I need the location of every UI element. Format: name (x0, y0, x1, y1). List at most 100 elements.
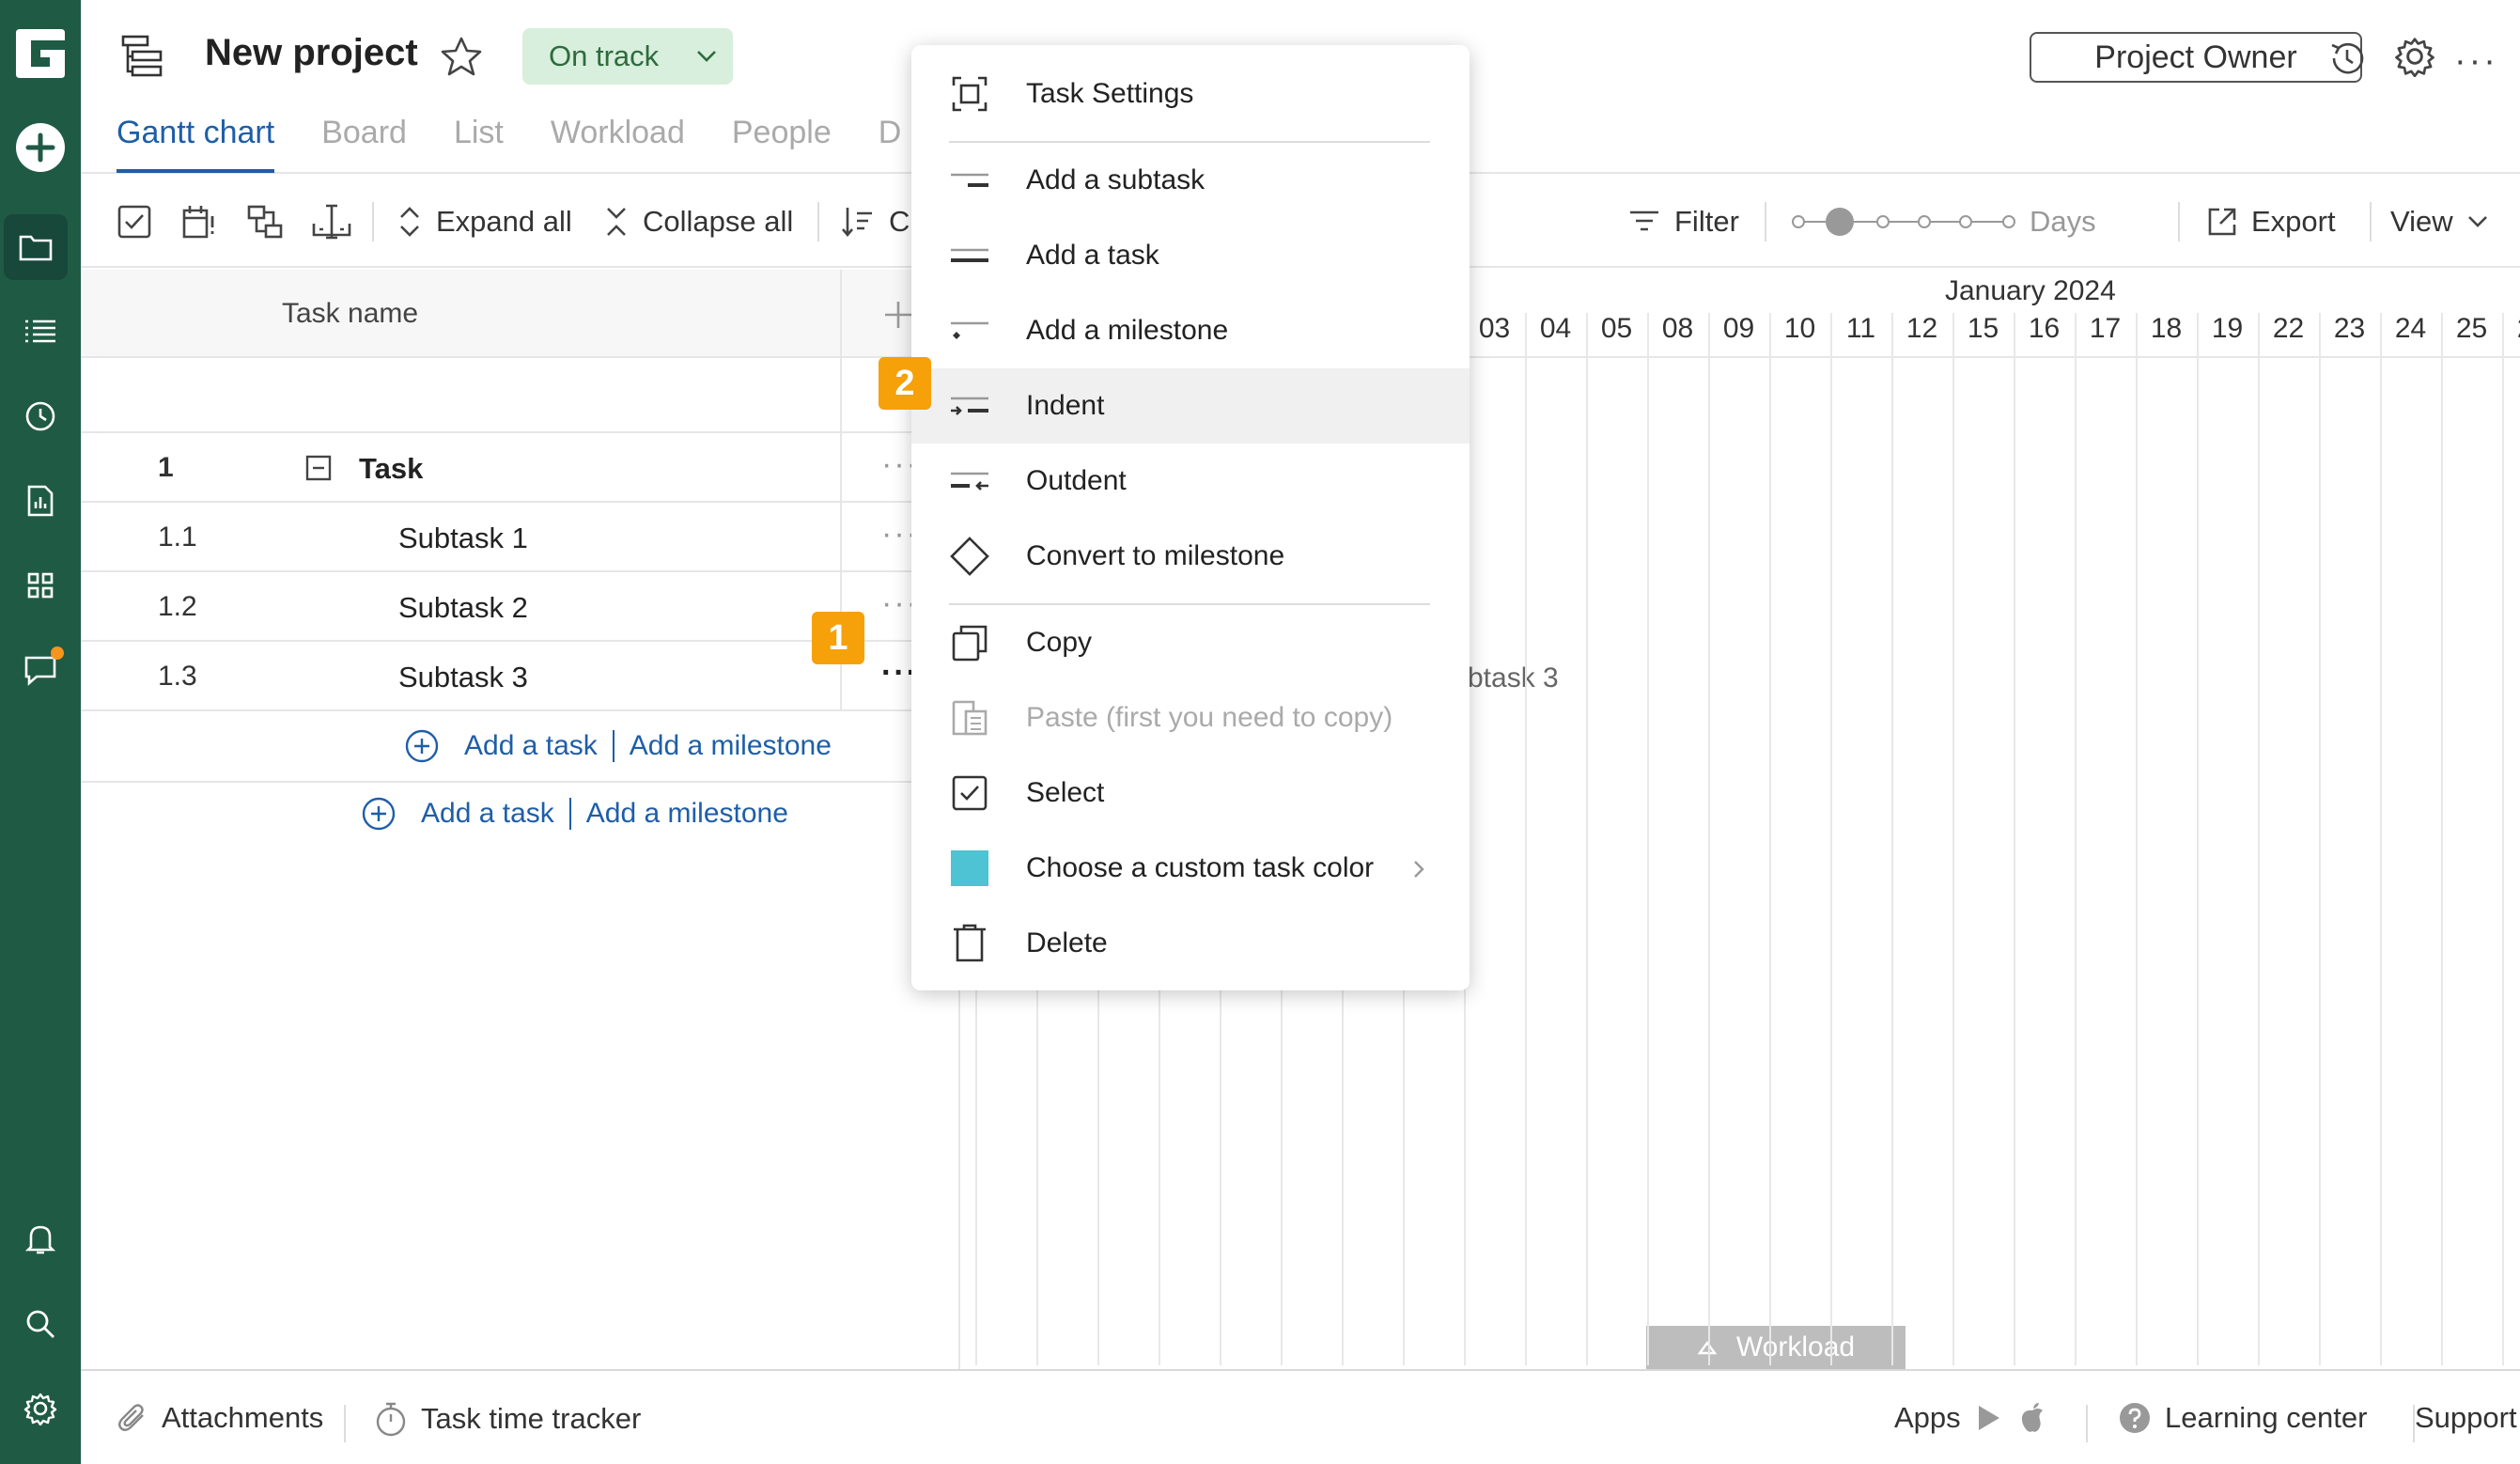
status-dropdown[interactable]: On track (522, 28, 733, 85)
sidebar-item-projects[interactable] (4, 214, 68, 280)
support-button[interactable]: Support (2415, 1401, 2517, 1435)
export-button[interactable]: Export (2206, 176, 2336, 268)
menu-item-add-subtask[interactable]: Add a subtask (911, 143, 1470, 218)
task-name[interactable]: Task (359, 452, 423, 486)
step-badge-2: 2 (879, 357, 931, 410)
paperclip-icon (118, 1404, 144, 1431)
favorite-star-button[interactable] (440, 36, 483, 77)
task-name[interactable]: Subtask 1 (398, 522, 528, 555)
menu-item-convert-to-milestone[interactable]: Convert to milestone (911, 519, 1470, 594)
timeline-gridline (2136, 313, 2138, 1365)
zoom-slider[interactable]: Days (1791, 176, 2096, 268)
sidebar-item-search[interactable] (0, 1291, 81, 1357)
add-task-link[interactable]: Add a task (464, 730, 598, 762)
sidebar-item-chat[interactable] (0, 637, 81, 703)
menu-item-custom-color[interactable]: Choose a custom task color (911, 831, 1470, 906)
sidebar-item-settings[interactable] (0, 1376, 81, 1441)
chat-icon (24, 656, 56, 686)
grid-header: Task name (81, 270, 958, 358)
menu-item-task-settings[interactable]: Task Settings (911, 56, 1470, 132)
add-subtask-line: Add a task Add a milestone (404, 728, 832, 764)
tab-gantt-chart[interactable]: Gantt chart (117, 115, 275, 173)
timeline-gridline (2197, 313, 2199, 1365)
expand-all-button[interactable]: Expand all (397, 176, 572, 268)
tab-workload[interactable]: Workload (551, 115, 685, 173)
timeline-day-label: 03 (1478, 313, 1511, 344)
timeline-month: January 2024 (1945, 275, 2116, 306)
google-play-icon[interactable] (1974, 1403, 2004, 1433)
collapse-icon (607, 208, 626, 236)
tab-partial[interactable]: D (879, 115, 902, 173)
sort-button[interactable]: C (840, 176, 910, 268)
add-column-icon[interactable] (881, 298, 915, 332)
timeline-gridline (2014, 313, 2015, 1365)
sidebar-item-notifications[interactable] (0, 1207, 81, 1272)
add-milestone-link[interactable]: Add a milestone (630, 730, 832, 762)
menu-item-label: Delete (1026, 927, 1108, 958)
table-row[interactable]: 1.1 Subtask 1 ··· (81, 503, 958, 572)
footer-bar: Attachments Task time tracker Apps Learn… (81, 1369, 2520, 1464)
checkbox-icon (117, 205, 151, 239)
apple-icon[interactable] (2017, 1401, 2047, 1435)
sidebar-item-reports[interactable] (0, 468, 81, 534)
add-milestone-link[interactable]: Add a milestone (586, 798, 788, 830)
add-task-link[interactable]: Add a task (421, 798, 554, 830)
timeline-gridline (2441, 313, 2443, 1365)
deadline-button[interactable] (180, 176, 218, 268)
attachments-button[interactable]: Attachments (117, 1401, 323, 1435)
menu-item-add-task[interactable]: Add a task (911, 218, 1470, 293)
timeline-gridline (2502, 313, 2504, 1365)
timeline-gridline (1830, 313, 1832, 1365)
indent-icon (951, 397, 988, 415)
workload-panel-toggle[interactable]: Workload (1646, 1326, 1906, 1369)
critical-path-button[interactable] (246, 176, 284, 268)
task-grid: Task name 1 Task ··· 1.1 Subtask 1 ··· 1… (81, 270, 958, 1369)
sidebar-item-list[interactable] (0, 299, 81, 365)
project-settings-button[interactable] (2394, 36, 2435, 77)
learning-center-label: Learning center (2165, 1401, 2368, 1434)
time-tracker-button[interactable]: Task time tracker (374, 1401, 641, 1437)
menu-item-indent[interactable]: Indent (911, 368, 1470, 444)
add-subtask-row: Add a task Add a milestone (81, 711, 958, 783)
task-name[interactable]: Subtask 2 (398, 591, 528, 625)
baseline-icon (312, 204, 351, 240)
menu-item-copy[interactable]: Copy (911, 605, 1470, 680)
view-dropdown[interactable]: View (2390, 176, 2489, 268)
timeline-day-label: 04 (1539, 313, 1572, 344)
timeline-day-label: 25 (2455, 313, 2488, 344)
export-label: Export (2251, 205, 2336, 238)
history-button[interactable] (2326, 38, 2368, 79)
collapse-toggle-icon[interactable] (304, 454, 333, 482)
collapse-all-button[interactable]: Collapse all (603, 176, 793, 268)
time-tracker-label: Task time tracker (421, 1402, 642, 1435)
task-name[interactable]: Subtask 3 (398, 661, 528, 694)
table-row[interactable]: 1 Task ··· (81, 433, 958, 503)
chevron-down-icon (2467, 216, 2487, 227)
add-task-line: Add a task Add a milestone (361, 796, 788, 832)
grid-icon (27, 572, 54, 599)
add-task-icon (951, 248, 988, 262)
project-owner-button[interactable]: Project Owner (2030, 32, 2362, 83)
tab-people[interactable]: People (732, 115, 832, 173)
sidebar-item-time[interactable] (0, 383, 81, 449)
learning-center-button[interactable]: Learning center (2118, 1401, 2367, 1435)
zoom-scale-slider[interactable] (1791, 205, 2016, 239)
project-menu-button[interactable] (120, 34, 165, 79)
app-logo[interactable] (0, 21, 81, 86)
tab-board[interactable]: Board (321, 115, 407, 173)
row-number: 1.3 (158, 661, 197, 692)
menu-item-select[interactable]: Select (911, 755, 1470, 831)
sidebar-item-portfolio[interactable] (0, 553, 81, 618)
select-mode-button[interactable] (117, 176, 152, 268)
page-title: New project (205, 32, 418, 73)
baseline-button[interactable] (310, 176, 353, 268)
menu-item-delete[interactable]: Delete (911, 906, 1470, 981)
color-swatch (951, 850, 988, 886)
tab-list[interactable]: List (454, 115, 504, 173)
menu-item-label: Outdent (1026, 465, 1127, 496)
filter-button[interactable]: Filter (1627, 176, 1739, 268)
create-new-button[interactable] (0, 115, 81, 180)
menu-item-outdent[interactable]: Outdent (911, 444, 1470, 519)
more-options-button[interactable]: ··· (2454, 41, 2498, 82)
menu-item-add-milestone[interactable]: Add a milestone (911, 293, 1470, 368)
